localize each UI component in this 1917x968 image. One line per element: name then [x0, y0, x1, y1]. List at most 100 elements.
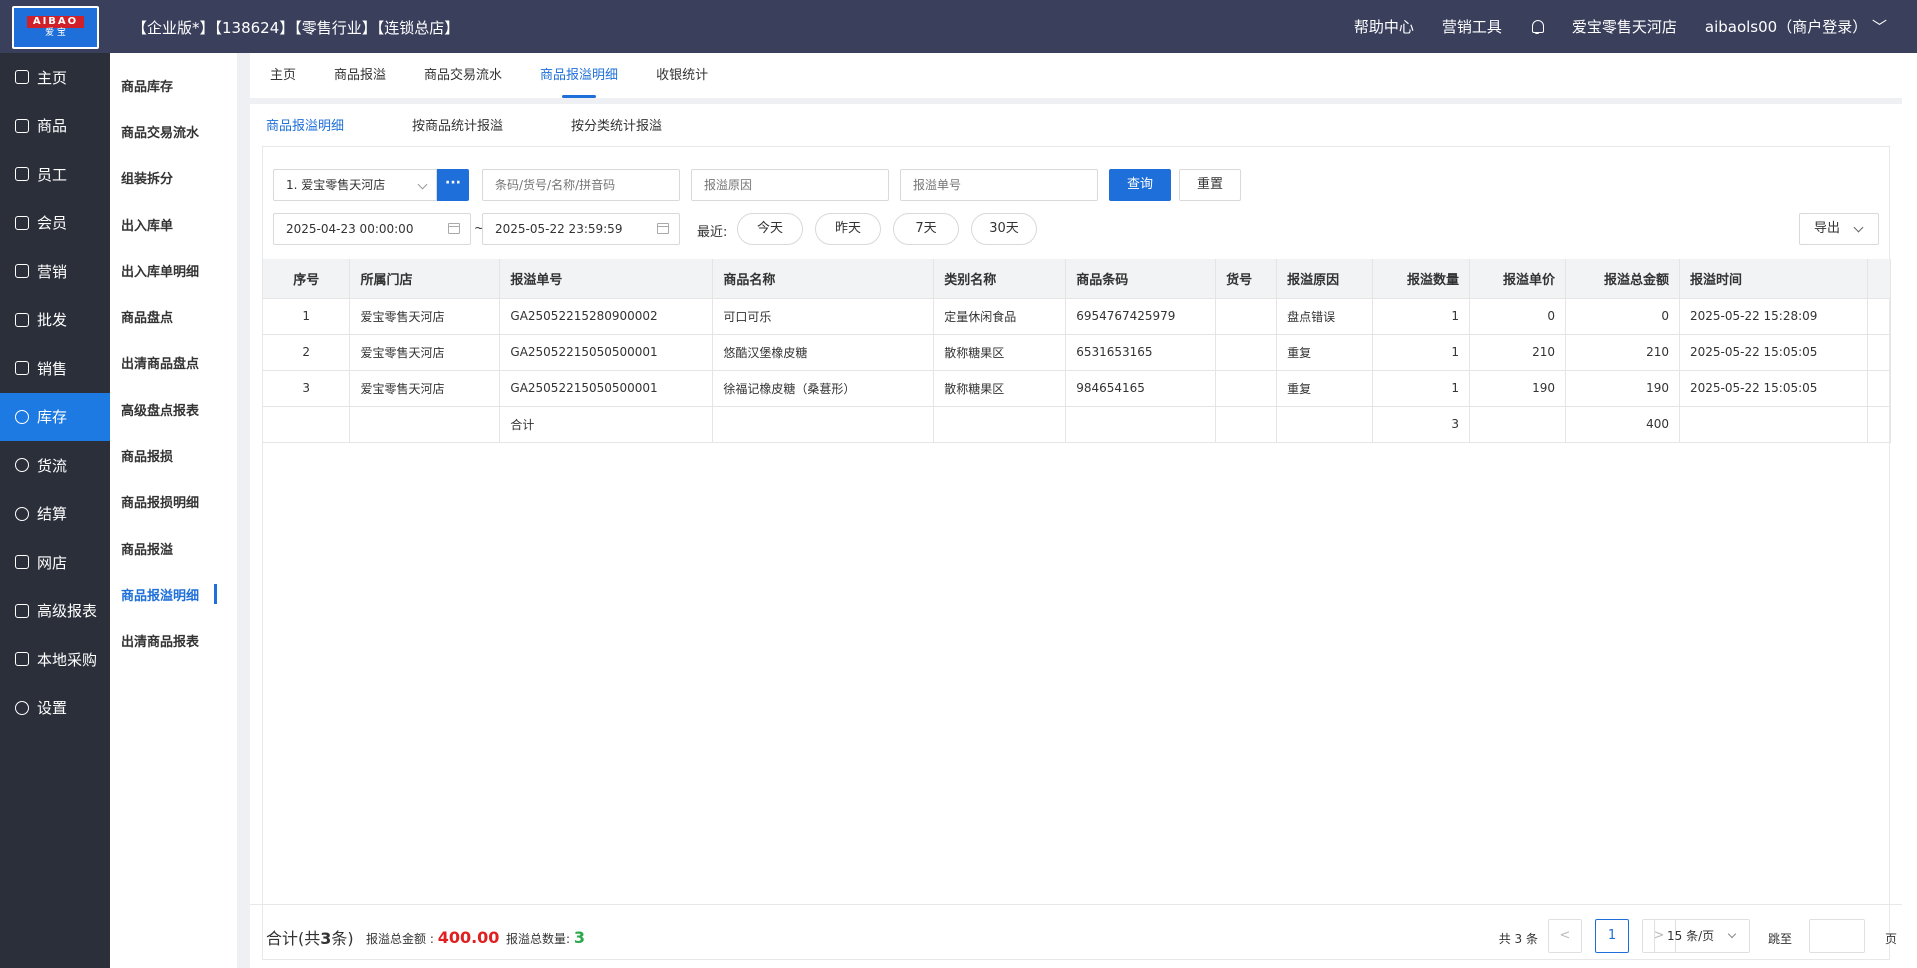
nav-item-settings[interactable]: 设置 [0, 684, 110, 733]
cell: 重复 [1276, 334, 1374, 371]
col-header[interactable]: 商品条码 [1065, 259, 1217, 299]
more-button[interactable]: ··· [437, 169, 469, 201]
sub-item-assembly[interactable]: 组装拆分 [110, 155, 237, 201]
user-menu[interactable]: aibaols00（商户登录） ﹀ [1705, 16, 1887, 37]
nav-item-logistics[interactable]: 货流 [0, 441, 110, 490]
sub-item-inout-order[interactable]: 出入库单 [110, 201, 237, 247]
tab-cashier-stats[interactable]: 收银统计 [656, 53, 708, 98]
total-count: 共 3 条 [1498, 932, 1538, 946]
summary-amount: 报溢总金额 : 400.00 [366, 928, 499, 947]
nav-label: 主页 [37, 68, 68, 87]
nav-item-settlement[interactable]: 结算 [0, 490, 110, 539]
nav-item-shop[interactable]: 网店 [0, 538, 110, 587]
cell: 1 [263, 298, 351, 335]
help-center-link[interactable]: 帮助中心 [1354, 16, 1414, 37]
nav-label: 本地采购 [37, 650, 98, 669]
jump-page-input[interactable] [1809, 919, 1865, 953]
cell [712, 406, 935, 443]
export-button[interactable]: 导出 [1799, 213, 1879, 245]
bell-icon[interactable] [1530, 19, 1544, 35]
nav-item-wholesale[interactable]: 批发 [0, 296, 110, 345]
sub-item-stock[interactable]: 商品库存 [110, 62, 237, 108]
page-tabs: 主页 商品报溢 商品交易流水 商品报溢明细 收银统计 [250, 53, 1902, 98]
sub-item-loss[interactable]: 商品报损 [110, 432, 237, 478]
tab-trade-flow[interactable]: 商品交易流水 [424, 53, 502, 98]
subtab-overflow-detail[interactable]: 商品报溢明细 [266, 115, 344, 134]
sub-item-trade-flow[interactable]: 商品交易流水 [110, 108, 237, 154]
tab-overflow-detail[interactable]: 商品报溢明细 [540, 53, 618, 98]
today-button[interactable]: 今天 [737, 213, 803, 245]
end-date-picker[interactable]: 2025-05-22 23:59:59 [482, 213, 680, 245]
cell: 散称糖果区 [933, 370, 1067, 407]
nav-label: 营销 [37, 262, 68, 281]
yesterday-button[interactable]: 昨天 [815, 213, 881, 245]
sub-item-overflow-detail[interactable]: 商品报溢明细 [110, 571, 237, 617]
cell: 可口可乐 [712, 298, 935, 335]
col-header[interactable]: 序号 [263, 259, 351, 299]
barcode-search-input[interactable] [482, 169, 680, 201]
prev-page-button[interactable]: < [1548, 919, 1582, 953]
cell [1215, 298, 1278, 335]
last-7-days-button[interactable]: 7天 [893, 213, 959, 245]
nav-item-report[interactable]: 高级报表 [0, 587, 110, 636]
col-header[interactable]: 所属门店 [349, 259, 501, 299]
sub-item-overflow[interactable]: 商品报溢 [110, 525, 237, 571]
amount-value: 400.00 [437, 928, 500, 947]
reset-button[interactable]: 重置 [1179, 169, 1241, 201]
sub-item-loss-detail[interactable]: 商品报损明细 [110, 479, 237, 525]
nav-item-inventory[interactable]: 库存 [0, 392, 110, 441]
marketing-tools-link[interactable]: 营销工具 [1442, 16, 1502, 37]
store-name[interactable]: 爱宝零售天河店 [1572, 16, 1677, 37]
settlement-icon [15, 506, 29, 521]
page-size-select[interactable]: 15 条/页 [1654, 919, 1750, 953]
subtab-by-category[interactable]: 按分类统计报溢 [571, 115, 662, 134]
nav-item-purchase[interactable]: 本地采购 [0, 635, 110, 684]
col-header[interactable]: 报溢单号 [499, 259, 714, 299]
cell: 6954767425979 [1065, 298, 1217, 335]
sub-item-stocktake[interactable]: 商品盘点 [110, 293, 237, 339]
sub-item-inout-detail[interactable]: 出入库单明细 [110, 247, 237, 293]
cell: 0 [1469, 298, 1567, 335]
query-button[interactable]: 查询 [1109, 169, 1171, 201]
sub-item-advanced-stocktake[interactable]: 高级盘点报表 [110, 386, 237, 432]
col-header[interactable]: 商品名称 [712, 259, 935, 299]
reason-input[interactable] [691, 169, 889, 201]
nav-item-product[interactable]: 商品 [0, 102, 110, 151]
tab-overflow[interactable]: 商品报溢 [334, 53, 386, 98]
col-header[interactable]: 报溢总金额 [1565, 259, 1680, 299]
start-date-picker[interactable]: 2025-04-23 00:00:00 [273, 213, 471, 245]
sub-item-clearance-stocktake[interactable]: 出清商品盘点 [110, 340, 237, 386]
store-select[interactable]: 1. 爱宝零售天河店 [273, 169, 437, 201]
col-header[interactable]: 报溢单价 [1469, 259, 1567, 299]
purchase-icon [15, 652, 29, 667]
order-number-input[interactable] [900, 169, 1098, 201]
subtab-by-product[interactable]: 按商品统计报溢 [412, 115, 503, 134]
tab-home[interactable]: 主页 [270, 53, 296, 98]
recent-label: 最近: [697, 225, 728, 240]
last-30-days-button[interactable]: 30天 [971, 213, 1037, 245]
cell: 盘点错误 [1276, 298, 1374, 335]
table-row[interactable]: 1 爱宝零售天河店 GA25052215280900002 可口可乐 定量休闲食… [263, 298, 1892, 335]
nav-item-sales[interactable]: 销售 [0, 344, 110, 393]
table-row[interactable]: 3 爱宝零售天河店 GA25052215050500001 徐福记橡皮糖（桑葚形… [263, 370, 1892, 407]
table-row[interactable]: 2 爱宝零售天河店 GA25052215050500001 悠酷汉堡橡皮糖 散称… [263, 334, 1892, 371]
col-header[interactable]: 类别名称 [933, 259, 1067, 299]
nav-item-member[interactable]: 会员 [0, 199, 110, 248]
sub-item-clearance-report[interactable]: 出清商品报表 [110, 618, 237, 664]
cell: 1 [1372, 298, 1471, 335]
nav-label: 高级报表 [37, 602, 98, 621]
logo-subtext: 爱 宝 [45, 28, 66, 38]
aibao-logo[interactable]: AIBAO 爱 宝 [12, 6, 99, 49]
col-header[interactable]: 货号 [1215, 259, 1278, 299]
page-scrollbar[interactable] [1902, 53, 1917, 968]
nav-item-home[interactable]: 主页 [0, 53, 110, 102]
cell-spacer [1867, 298, 1892, 335]
col-header[interactable]: 报溢数量 [1372, 259, 1471, 299]
col-header[interactable]: 报溢时间 [1679, 259, 1868, 299]
table-total-row: 合计 3 400 [263, 406, 1892, 443]
col-header[interactable]: 报溢原因 [1276, 259, 1374, 299]
page-1-button[interactable]: 1 [1595, 919, 1629, 953]
nav-item-marketing[interactable]: 营销 [0, 247, 110, 296]
nav-item-staff[interactable]: 员工 [0, 150, 110, 199]
table-header-row: 序号 所属门店 报溢单号 商品名称 类别名称 商品条码 货号 报溢原因 报溢数量… [263, 259, 1892, 299]
